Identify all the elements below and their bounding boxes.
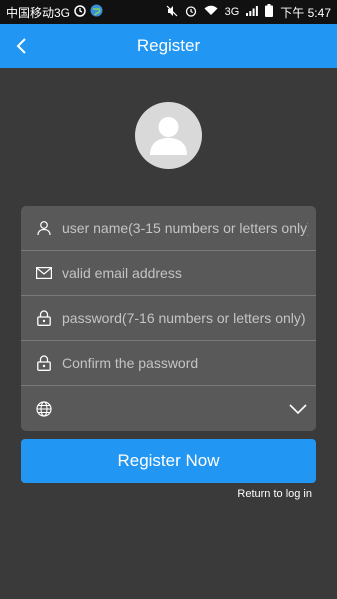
- lock-icon: [35, 354, 53, 372]
- carrier-label: 中国移动3G: [6, 5, 71, 20]
- username-row: [21, 206, 316, 251]
- signal-icon: [246, 5, 259, 19]
- status-bar: 中国移动3G 3G 下午 5:47: [0, 0, 337, 24]
- confirm-password-input[interactable]: [62, 355, 308, 371]
- email-input[interactable]: [62, 265, 308, 281]
- back-button[interactable]: [8, 24, 34, 68]
- alarm-icon: [185, 5, 197, 20]
- mute-icon: [166, 5, 178, 20]
- username-input[interactable]: [62, 220, 308, 236]
- password-row: [21, 296, 316, 341]
- globe-app-icon: [90, 4, 103, 20]
- chevron-down-icon: [288, 399, 308, 419]
- return-to-login-link[interactable]: Return to log in: [237, 488, 312, 500]
- clock-label: 下午 5:47: [280, 5, 331, 20]
- user-icon: [35, 219, 53, 237]
- confirm-password-row: [21, 341, 316, 386]
- back-arrow-icon: [16, 38, 26, 54]
- battery-icon: [265, 4, 274, 20]
- globe-icon: [35, 400, 53, 418]
- email-row: [21, 251, 316, 296]
- avatar-icon: [150, 117, 187, 155]
- sync-icon: [74, 4, 86, 20]
- avatar[interactable]: [135, 102, 202, 169]
- wifi-icon: [204, 5, 218, 19]
- page-title: Register: [136, 36, 201, 55]
- password-input[interactable]: [62, 310, 308, 326]
- email-icon: [35, 264, 53, 282]
- region-select[interactable]: [21, 386, 316, 431]
- lock-icon: [35, 309, 53, 327]
- register-form: [21, 206, 316, 431]
- network-type-label: 3G: [224, 5, 240, 18]
- app-header: Register: [0, 24, 337, 68]
- register-now-button[interactable]: Register Now: [21, 439, 316, 483]
